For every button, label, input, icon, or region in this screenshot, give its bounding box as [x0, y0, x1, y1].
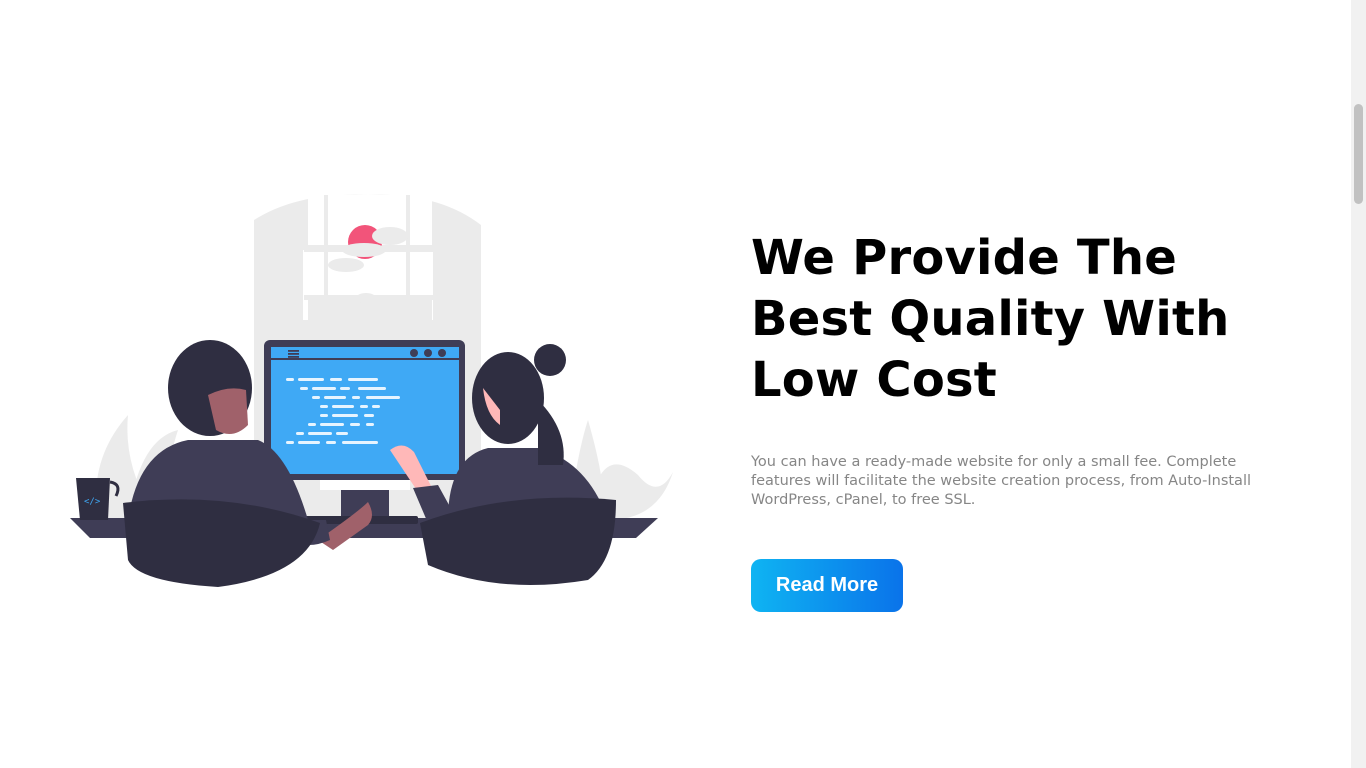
svg-text:</>: </> [84, 497, 101, 507]
hero-content: We Provide The Best Quality With Low Cos… [751, 228, 1311, 612]
hero-description: You can have a ready-made website for on… [751, 454, 1252, 508]
hero-headline: We Provide The Best Quality With Low Cos… [751, 230, 1230, 408]
read-more-button[interactable]: Read More [751, 559, 903, 612]
team-working-illustration: </> [70, 194, 673, 587]
vertical-scrollbar[interactable] [1351, 0, 1366, 768]
page: </> We Provide The Best Quality With Low… [0, 0, 1351, 768]
scrollbar-thumb[interactable] [1354, 104, 1363, 204]
